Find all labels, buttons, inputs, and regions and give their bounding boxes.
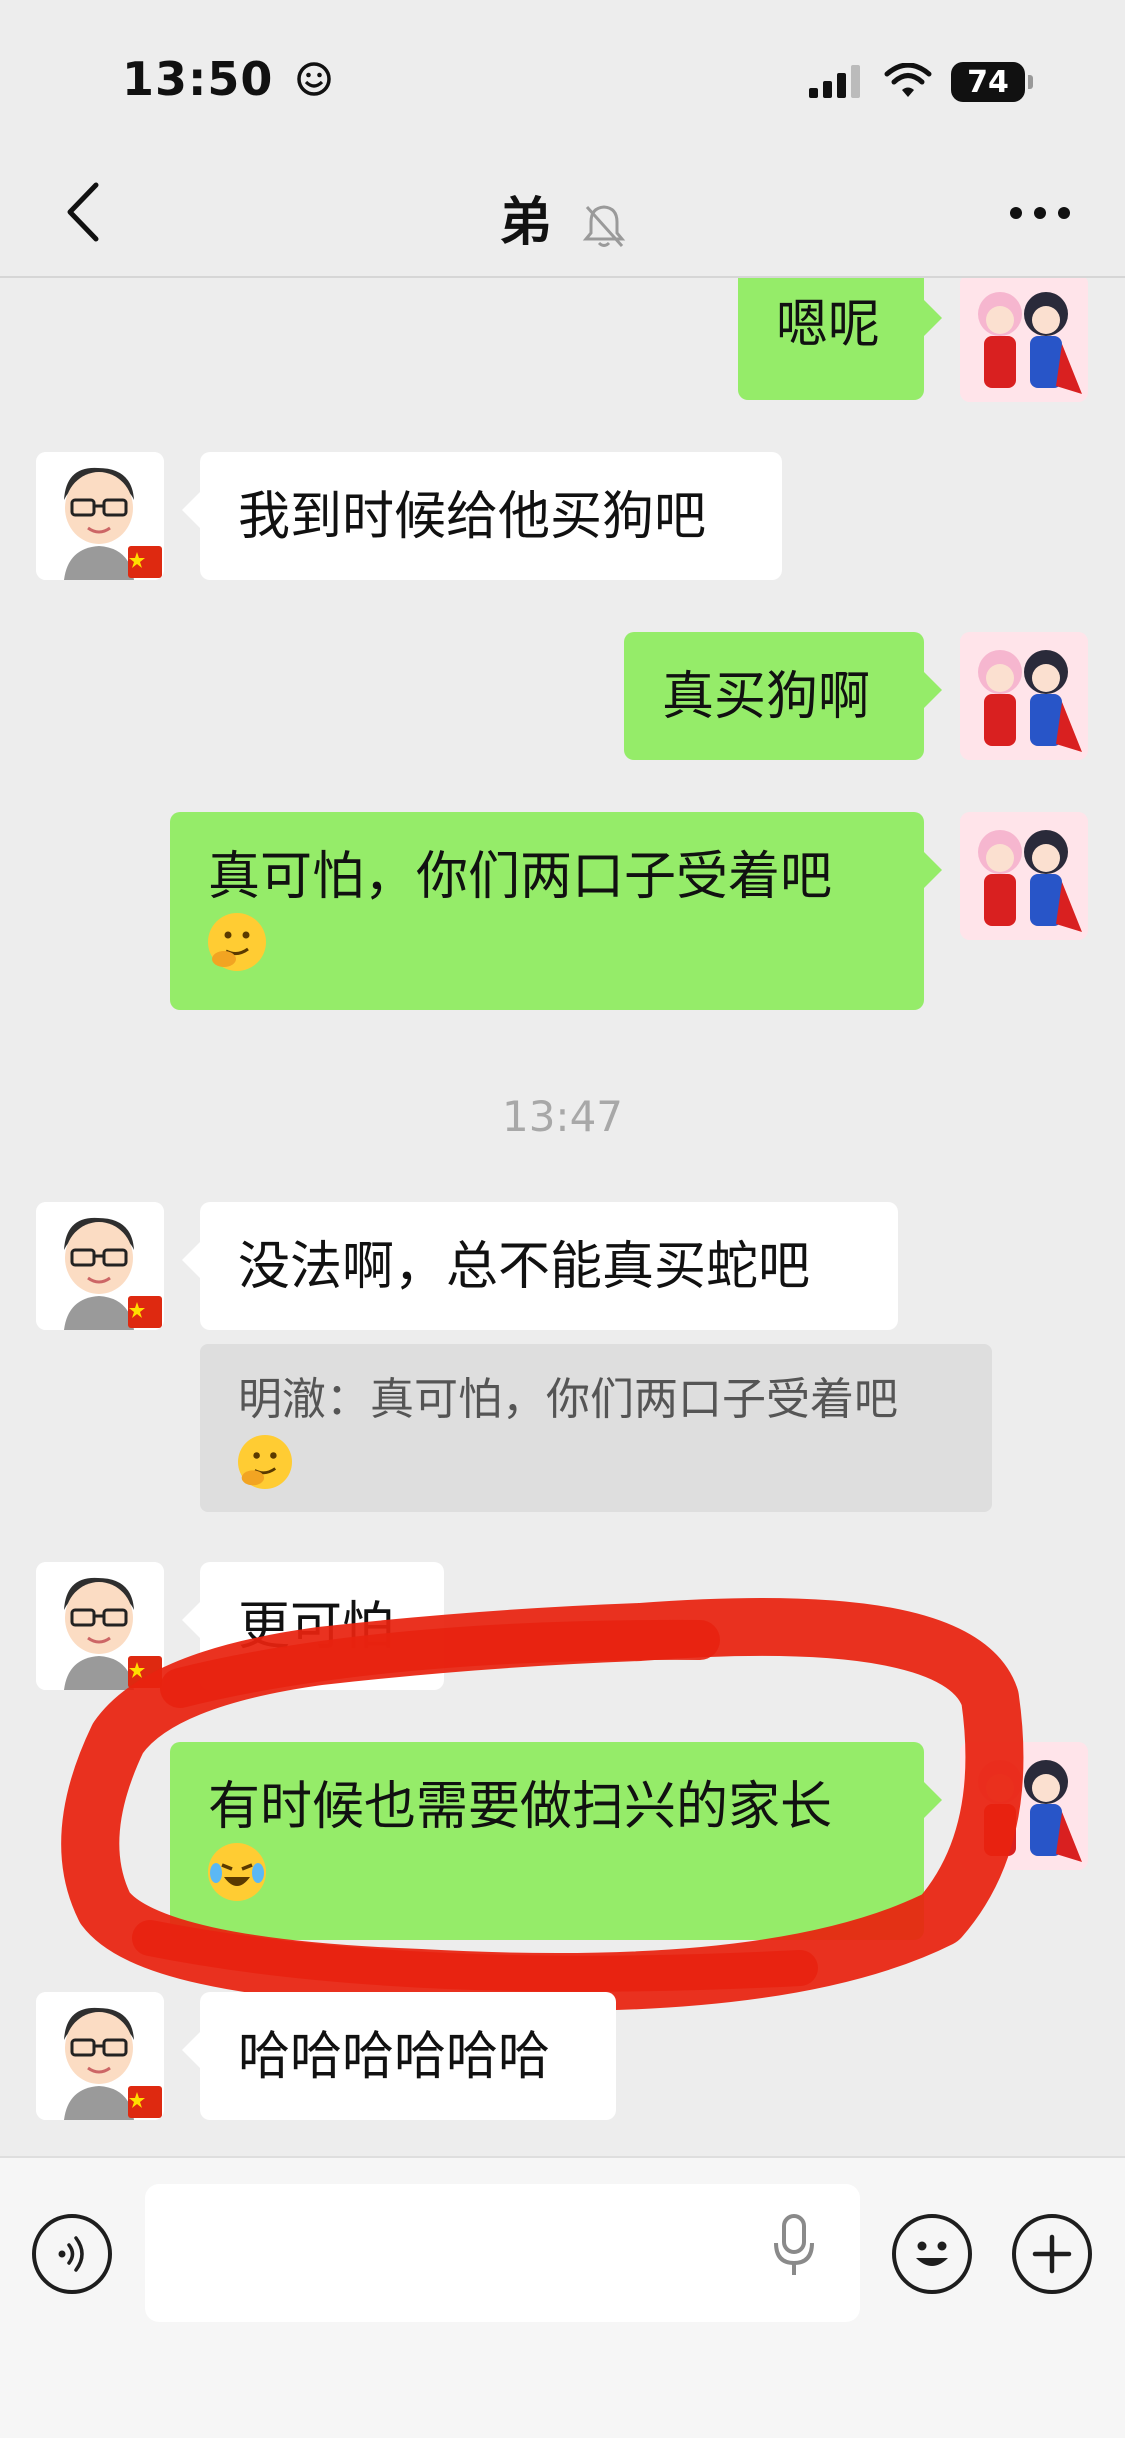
cartoon-man-avatar-icon — [36, 1992, 164, 2120]
my-avatar[interactable] — [960, 278, 1088, 402]
more-button[interactable] — [995, 180, 1085, 246]
chat-message-list[interactable]: 嗯呢 我到时候给他买狗吧 真买狗啊 真可怕，你们两口子受着吧 13:47 没法啊… — [0, 278, 1125, 2154]
message-bubble-sent[interactable]: 真买狗啊 — [624, 632, 942, 760]
friend-avatar[interactable] — [36, 1562, 164, 1690]
friend-avatar[interactable] — [36, 1992, 164, 2120]
message-bubble-received[interactable]: 更可怕 — [182, 1562, 444, 1690]
friend-avatar[interactable] — [36, 452, 164, 580]
my-avatar[interactable] — [960, 812, 1088, 940]
emoji-button[interactable] — [892, 2214, 972, 2294]
plus-icon — [1032, 2234, 1072, 2274]
my-avatar[interactable] — [960, 632, 1088, 760]
voice-icon — [58, 2236, 84, 2272]
face-emoji-icon — [238, 1435, 292, 1489]
message-bubble-received[interactable]: 我到时候给他买狗吧 — [182, 452, 782, 580]
input-toolbar — [0, 2156, 1125, 2438]
more-icon — [1010, 207, 1070, 219]
status-bar: 13:50 74 — [0, 0, 1125, 150]
chat-header: 弟 — [0, 150, 1125, 278]
wifi-icon — [884, 63, 932, 97]
cartoon-man-avatar-icon — [36, 1202, 164, 1330]
laugh-cry-emoji-icon — [208, 1843, 266, 1901]
more-actions-button[interactable] — [1012, 2214, 1092, 2294]
status-time: 13:50 — [122, 52, 332, 106]
chat-title: 弟 — [0, 180, 1125, 255]
message-timestamp: 13:47 — [501, 1092, 624, 1141]
cartoon-man-avatar-icon — [36, 452, 164, 580]
status-right: 74 — [807, 62, 1033, 102]
quoted-message[interactable]: 明澈：真可怕，你们两口子受着吧 — [200, 1344, 992, 1512]
signal-icon — [809, 65, 860, 98]
emoji-icon — [916, 2241, 948, 2266]
microphone-icon[interactable] — [770, 2213, 818, 2283]
mute-bell-icon — [582, 205, 625, 248]
anime-couple-avatar-icon — [960, 278, 1088, 402]
message-bubble-sent[interactable]: 有时候也需要做扫兴的家长 — [170, 1742, 942, 1940]
face-emoji-icon — [208, 913, 266, 971]
message-bubble-sent[interactable]: 嗯呢 — [738, 278, 942, 400]
anime-couple-avatar-icon — [960, 1742, 1088, 1870]
message-bubble-received[interactable]: 哈哈哈哈哈哈 — [182, 1992, 616, 2120]
voice-button[interactable] — [32, 2214, 112, 2294]
battery-indicator: 74 — [951, 62, 1033, 102]
anime-couple-avatar-icon — [960, 632, 1088, 760]
message-bubble-received[interactable]: 没法啊，总不能真买蛇吧 — [182, 1202, 898, 1330]
message-bubble-sent[interactable]: 真可怕，你们两口子受着吧 — [170, 812, 942, 1010]
my-avatar[interactable] — [960, 1742, 1088, 1870]
friend-avatar[interactable] — [36, 1202, 164, 1330]
message-input[interactable] — [145, 2184, 860, 2322]
smiley-status-icon — [297, 62, 332, 96]
anime-couple-avatar-icon — [960, 812, 1088, 940]
cartoon-man-avatar-icon — [36, 1562, 164, 1690]
